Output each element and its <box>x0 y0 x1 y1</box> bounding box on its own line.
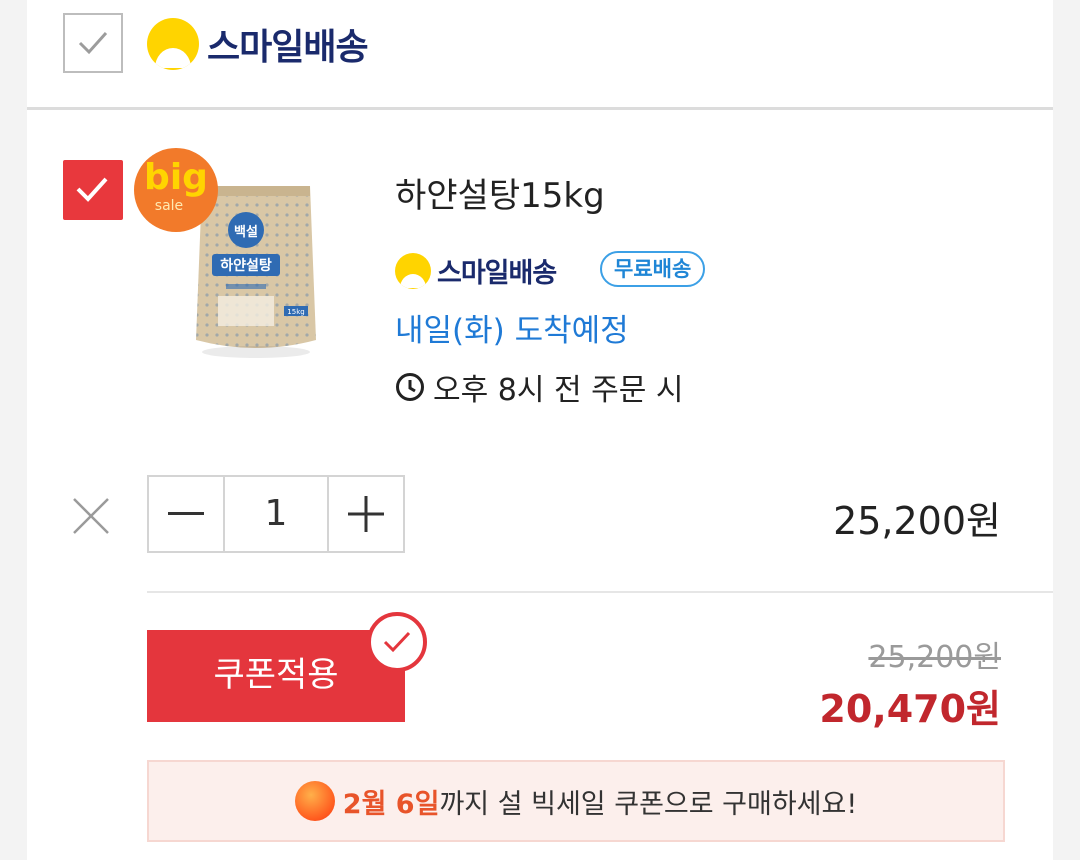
smile-delivery-text: 스마일배송 <box>437 258 557 289</box>
select-group-checkbox[interactable] <box>63 13 123 73</box>
discounted-price: 20,470원 <box>819 687 1001 731</box>
product-name[interactable]: 하얀설탕15kg <box>395 168 605 217</box>
decrease-button[interactable] <box>149 477 223 551</box>
smile-delivery-logo-small: 스마일배송 <box>395 251 557 290</box>
order-cutoff: 오후 8시 전 주문 시 <box>395 365 683 409</box>
check-icon <box>76 177 108 202</box>
notice-text: 까지 설 빅세일 쿠폰으로 구매하세요! <box>439 788 858 820</box>
smile-face-icon <box>147 18 199 70</box>
divider <box>147 591 1053 593</box>
check-icon <box>383 631 411 653</box>
badge-big-text: big <box>144 157 208 198</box>
check-icon <box>78 31 108 55</box>
free-shipping-badge: 무료배송 <box>600 251 706 287</box>
coupon-applied-check <box>367 612 427 672</box>
arrival-date: 내일(화) 도착예정 <box>395 313 629 349</box>
sun-icon <box>294 781 335 821</box>
item-checkbox[interactable] <box>63 160 123 220</box>
cart-card: 스마일배송 big sale 백설 하얀설탕 15kg 하얀설탕15kg 스마일… <box>27 0 1053 860</box>
bag-weight-text: 15kg <box>287 308 304 316</box>
order-cutoff-text: 오후 8시 전 주문 시 <box>433 373 684 408</box>
badge-sale-text: sale <box>154 198 184 214</box>
minus-icon <box>168 512 204 515</box>
remove-item-icon[interactable] <box>71 496 111 536</box>
notice-date: 2월 6일 <box>342 788 440 820</box>
original-price: 25,200원 <box>868 640 1001 675</box>
quantity-stepper: 1 <box>147 475 405 553</box>
smile-face-icon <box>395 252 431 289</box>
bag-label-text: 하얀설탕 <box>220 257 272 274</box>
smile-delivery-logo: 스마일배송 <box>147 18 369 70</box>
seller-header: 스마일배송 <box>27 0 1053 110</box>
smile-delivery-text: 스마일배송 <box>207 27 369 68</box>
item-price: 25,200원 <box>833 499 1001 543</box>
bag-brand-text: 백설 <box>234 225 258 240</box>
plus-icon <box>348 496 384 532</box>
coupon-notice-banner[interactable]: 2월 6일 까지 설 빅세일 쿠폰으로 구매하세요! <box>147 760 1005 842</box>
big-sale-badge: big sale <box>134 148 218 232</box>
clock-icon <box>396 373 424 401</box>
quantity-value[interactable]: 1 <box>223 477 329 551</box>
increase-button[interactable] <box>329 477 403 551</box>
